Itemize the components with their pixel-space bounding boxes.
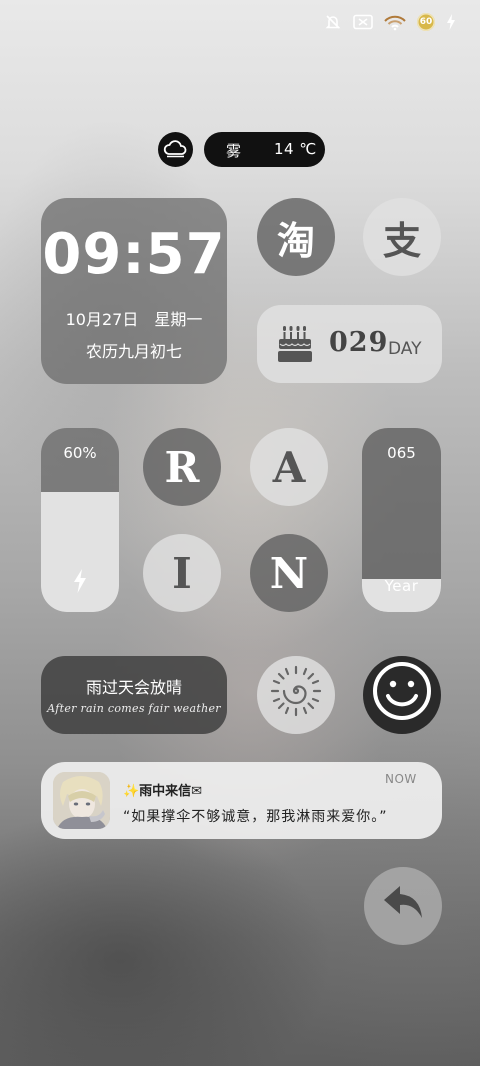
year-progress-value: 065 xyxy=(387,444,416,462)
weather-condition: 雾 xyxy=(226,142,242,160)
no-sim-icon xyxy=(353,14,373,30)
quote-text-english: After rain comes fair weather xyxy=(47,702,221,715)
cloud-icon xyxy=(163,138,189,162)
notification-body: “如果撑伞不够诚意，那我淋雨来爱你。” xyxy=(123,809,388,825)
sun-shortcut[interactable] xyxy=(257,656,335,734)
battery-icon: 60 xyxy=(417,13,435,31)
clock-date: 10月27日 xyxy=(65,310,139,329)
birthday-cake-icon xyxy=(277,323,313,367)
quote-widget[interactable]: 雨过天会放晴 After rain comes fair weather xyxy=(41,656,227,734)
letter-r-shortcut[interactable]: R xyxy=(143,428,221,506)
taobao-app-icon[interactable]: 淘 xyxy=(257,198,335,276)
day-counter-value: 029 xyxy=(329,327,389,358)
notification-title: ✨雨中来信✉ xyxy=(123,784,203,799)
wifi-icon xyxy=(384,13,406,31)
day-counter-widget[interactable]: 029 DAY xyxy=(257,305,442,383)
letter-a-shortcut[interactable]: A xyxy=(250,428,328,506)
weather-icon-button[interactable] xyxy=(158,132,193,167)
clock-lunar-date: 农历九月初七 xyxy=(85,342,182,361)
alipay-app-icon[interactable]: 支 xyxy=(363,198,441,276)
letter-i-shortcut[interactable]: I xyxy=(143,534,221,612)
back-arrow-icon xyxy=(380,882,426,931)
charging-bolt-icon xyxy=(69,567,91,599)
weather-pill[interactable]: 雾 14 ℃ xyxy=(204,132,325,167)
battery-percent: 60% xyxy=(63,444,97,462)
notification-card[interactable]: ✨雨中来信✉ NOW “如果撑伞不够诚意，那我淋雨来爱你。” xyxy=(41,762,442,839)
year-progress-label: Year xyxy=(384,577,419,595)
smiley-icon xyxy=(371,660,433,731)
smiley-shortcut[interactable] xyxy=(363,656,441,734)
sun-icon xyxy=(268,663,324,728)
weather-temperature: 14 ℃ xyxy=(274,140,317,158)
clock-weekday: 星期一 xyxy=(154,310,203,329)
status-bar: 60 xyxy=(324,12,456,32)
clock-time: 09:57 xyxy=(42,222,226,287)
quote-text-chinese: 雨过天会放晴 xyxy=(85,678,182,697)
letter-n-shortcut[interactable]: N xyxy=(250,534,328,612)
back-button[interactable] xyxy=(364,867,442,945)
home-screen: 60 雾 14 ℃ 09:57 10月27日 星期一 农历九月初七 淘 支 02… xyxy=(0,0,480,1066)
clock-date-row: 10月27日 星期一 xyxy=(41,306,227,330)
day-counter-unit: DAY xyxy=(388,339,422,359)
notification-time: NOW xyxy=(385,772,417,786)
charging-bolt-icon xyxy=(446,14,456,30)
clock-widget[interactable]: 09:57 10月27日 星期一 农历九月初七 xyxy=(41,198,227,384)
mute-vibrate-icon xyxy=(324,13,342,31)
avatar xyxy=(53,772,110,829)
battery-widget[interactable]: 60% xyxy=(41,428,119,612)
